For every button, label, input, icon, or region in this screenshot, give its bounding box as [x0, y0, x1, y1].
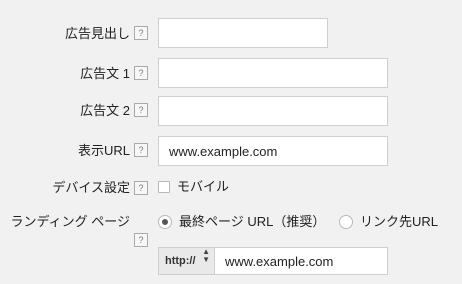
protocol-select[interactable]: http:// ▲ ▼ — [158, 247, 214, 275]
help-icon[interactable]: ? — [134, 233, 148, 247]
landing-url-input[interactable] — [214, 247, 388, 275]
mobile-option-label: モバイル — [177, 179, 230, 194]
final-url-radio[interactable] — [158, 215, 172, 229]
help-icon[interactable]: ? — [134, 26, 148, 40]
final-url-option-label: 最終ページ URL（推奨） — [179, 214, 326, 229]
help-icon[interactable]: ? — [134, 66, 148, 80]
select-arrows-icon: ▲ ▼ — [202, 247, 210, 264]
desc1-input[interactable] — [158, 58, 388, 88]
desc1-label: 広告文 1 — [80, 66, 130, 81]
destination-url-radio[interactable] — [339, 215, 353, 229]
protocol-value: http:// — [165, 255, 196, 267]
landing-page-label: ランディング ページ — [10, 214, 130, 229]
desc2-input[interactable] — [158, 96, 388, 126]
headline-label: 広告見出し — [64, 26, 130, 41]
desc2-label: 広告文 2 — [80, 103, 130, 118]
headline-input[interactable] — [158, 18, 328, 48]
mobile-checkbox[interactable] — [158, 181, 170, 193]
device-label: デバイス設定 — [52, 180, 130, 195]
radio-selected-dot — [162, 219, 168, 225]
display-url-label: 表示URL — [77, 143, 130, 158]
display-url-input[interactable] — [158, 136, 388, 166]
destination-url-option-label: リンク先URL — [360, 214, 439, 229]
help-icon[interactable]: ? — [134, 181, 148, 195]
help-icon[interactable]: ? — [134, 103, 148, 117]
help-icon[interactable]: ? — [134, 143, 148, 157]
